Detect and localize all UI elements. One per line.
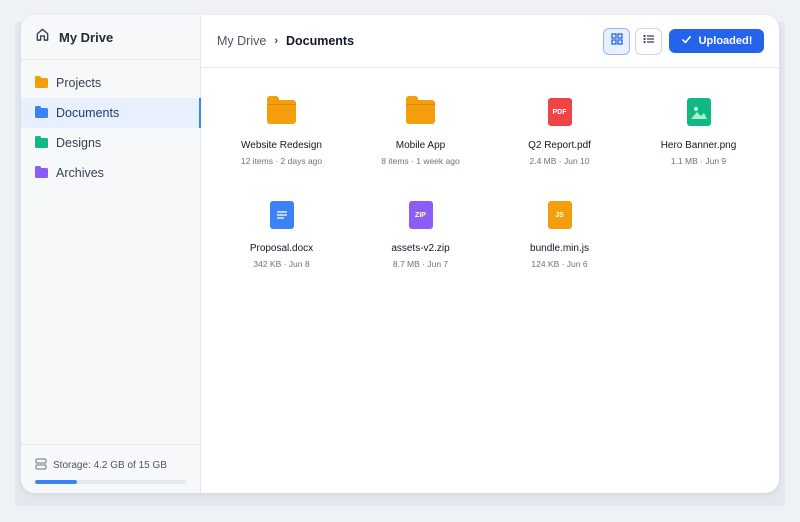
sidebar-item-label: Documents: [56, 106, 120, 120]
file-item-hero-banner[interactable]: Hero Banner.png 1.1 MB · Jun 9: [629, 88, 768, 170]
file-item-proposal[interactable]: Proposal.docx 342 KB · Jun 8: [212, 191, 351, 273]
folder-nav: Projects Documents Designs Archives: [21, 60, 201, 188]
folder-icon: [406, 96, 435, 124]
file-name: Q2 Report.pdf: [528, 140, 591, 151]
folder-icon: [35, 76, 48, 88]
file-item-assets-zip[interactable]: ZIP assets-v2.zip 8.7 MB · Jun 7: [351, 191, 490, 273]
file-meta: 2.4 MB · Jun 10: [529, 156, 590, 166]
drive-window: My Drive Projects Documents Designs Arch…: [21, 15, 779, 493]
file-item-bundle-js[interactable]: JS bundle.min.js 124 KB · Jun 6: [490, 191, 629, 273]
doc-icon: [269, 201, 294, 229]
js-icon: JS: [547, 201, 572, 229]
grid-view-button[interactable]: [603, 27, 630, 55]
sidebar-item-archives[interactable]: Archives: [21, 158, 200, 188]
file-meta: 12 items · 2 days ago: [240, 156, 323, 166]
sidebar-header: My Drive: [21, 15, 200, 60]
file-name: Website Redesign: [241, 140, 322, 151]
chevron-right-icon: ›: [274, 35, 278, 47]
sidebar-title: My Drive: [59, 29, 114, 45]
list-view-button[interactable]: [635, 27, 662, 55]
sidebar-item-documents[interactable]: Documents: [21, 98, 201, 128]
file-name: Mobile App: [395, 140, 446, 151]
file-name: assets-v2.zip: [391, 243, 450, 254]
folder-icon: [35, 136, 48, 148]
file-meta: 8.7 MB · Jun 7: [392, 259, 449, 269]
grid-icon: [610, 32, 623, 50]
sidebar-item-projects[interactable]: Projects: [21, 68, 200, 98]
file-name: Hero Banner.png: [660, 140, 737, 151]
storage-bar: [35, 480, 186, 484]
storage-fill: [35, 480, 78, 484]
file-name: bundle.min.js: [530, 243, 589, 254]
home-icon: [35, 27, 50, 47]
sidebar-item-label: Archives: [56, 166, 104, 180]
zip-icon: ZIP: [408, 201, 433, 229]
sidebar-item-designs[interactable]: Designs: [21, 128, 200, 158]
storage-panel: Storage: 4.2 GB of 15 GB: [21, 444, 200, 493]
file-item-mobile-app[interactable]: Mobile App 8 items · 1 week ago: [351, 88, 490, 170]
upload-button[interactable]: Uploaded!: [669, 29, 764, 53]
file-item-website-redesign[interactable]: Website Redesign 12 items · 2 days ago: [212, 88, 351, 170]
breadcrumb-current: Documents: [285, 34, 355, 48]
main-content: My Drive › Documents Uploaded! Website R…: [201, 15, 779, 493]
folder-icon: [35, 166, 48, 178]
storage-icon: [35, 458, 47, 473]
breadcrumb-root[interactable]: My Drive: [217, 34, 266, 48]
folder-icon: [267, 96, 296, 124]
file-meta: 124 KB · Jun 6: [531, 259, 588, 269]
file-meta: 8 items · 1 week ago: [381, 156, 460, 166]
sidebar-item-label: Designs: [56, 136, 102, 150]
pdf-icon: PDF: [547, 98, 572, 126]
breadcrumb: My Drive › Documents: [217, 34, 354, 48]
upload-button-label: Uploaded!: [698, 35, 753, 47]
file-meta: 342 KB · Jun 8: [253, 259, 310, 269]
toolbar-actions: Uploaded!: [603, 27, 764, 55]
file-grid: Website Redesign 12 items · 2 days ago M…: [212, 88, 768, 273]
list-icon: [643, 32, 655, 50]
file-name: Proposal.docx: [249, 243, 314, 254]
file-meta: 1.1 MB · Jun 9: [670, 156, 727, 166]
sidebar-item-label: Projects: [56, 76, 102, 90]
topbar: My Drive › Documents Uploaded!: [201, 15, 779, 68]
check-icon: [681, 34, 692, 48]
folder-icon: [35, 106, 48, 118]
image-icon: [686, 98, 711, 126]
file-item-q2-report[interactable]: PDF Q2 Report.pdf 2.4 MB · Jun 10: [490, 88, 629, 170]
storage-label: Storage: 4.2 GB of 15 GB: [53, 460, 167, 471]
sidebar: My Drive Projects Documents Designs Arch…: [21, 15, 201, 493]
